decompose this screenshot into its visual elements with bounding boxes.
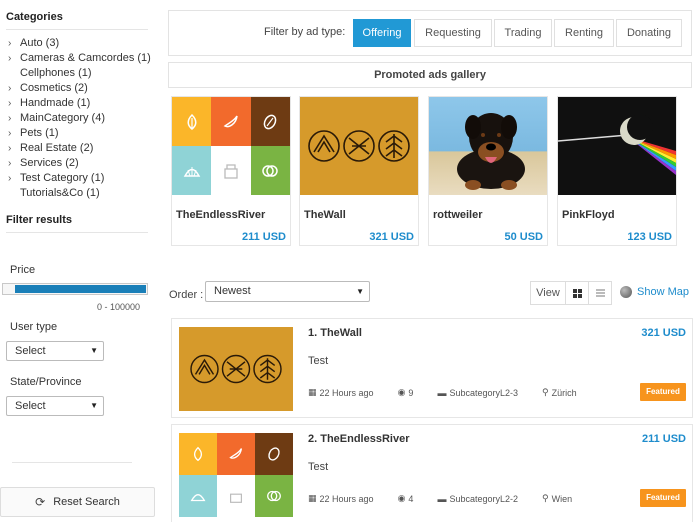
category-item[interactable]: › Real Estate (2) [8,141,158,156]
chevron-right-icon: › [8,53,12,64]
filter-offering-button[interactable]: Offering [353,19,411,47]
listing-image-endless-river[interactable] [179,433,293,517]
category-item[interactable]: › Pets (1) [8,126,158,141]
listing-image-the-wall[interactable] [179,327,293,411]
category-item[interactable]: › Handmade (1) [8,96,158,111]
category-list: › Auto (3) › Cameras & Camcordes (1) Cellp… [8,36,158,201]
listing-item[interactable]: 1. TheWall 321 USD Test ▦ 22 Hours ago ◉ 9… [171,318,693,418]
card-title[interactable]: PinkFloyd [562,209,615,221]
price-label: Price [10,264,36,276]
sidebar: Categories › Auto (3) › Cameras & Camcorde… [0,0,160,522]
ad-type-filter-bar: Filter by ad type: Offering Requesting T… [168,10,692,56]
category-item[interactable]: Tutorials&Co (1) [8,186,158,201]
refresh-icon: ⟳ [35,495,46,509]
category-item[interactable]: Cellphones (1) [8,66,158,81]
category-item[interactable]: › MainCategory (4) [8,111,158,126]
listing-meta: ▦ 22 Hours ago ◉ 9 ▬ SubcategoryL2-3 ⚲ Züric… [308,387,577,398]
card-title[interactable]: TheWall [304,209,346,221]
globe-icon [620,286,632,298]
calendar-icon: ▦ [308,387,317,397]
card-price: 211 USD [241,231,286,243]
listing-meta: ▦ 22 Hours ago ◉ 4 ▬ SubcategoryL2-2 ⚲ Wien [308,493,573,504]
listing-description: Test [308,355,329,367]
chevron-right-icon: › [8,158,12,169]
divider [6,29,148,30]
divider [12,462,132,463]
card-price: 321 USD [369,231,414,243]
filter-label: Filter by ad type: [264,26,346,38]
listing-description: Test [308,461,329,473]
caret-down-icon: ▼ [356,287,364,296]
the-wall-image[interactable] [300,97,418,195]
listing-title[interactable]: 1. TheWall [308,327,362,339]
eye-icon: ◉ [397,387,406,397]
divider [6,232,148,233]
order-select[interactable]: Newest ▼ [205,281,370,302]
state-select[interactable]: Select ▼ [6,396,104,416]
caret-down-icon: ▼ [90,401,98,410]
filter-donating-button[interactable]: Donating [616,19,682,47]
chevron-right-icon: › [8,128,12,139]
grid-icon [572,288,582,298]
gallery-card[interactable]: TheEndlessRiver 211 USD [171,96,291,246]
price-slider[interactable] [2,283,148,295]
chevron-right-icon: › [8,113,12,124]
folder-icon: ▬ [437,493,447,504]
rottweiler-image[interactable] [429,97,547,195]
categories-title: Categories [6,11,63,23]
price-range-text: 0 - 100000 [96,302,140,312]
promoted-gallery-title: Promoted ads gallery [168,62,692,88]
view-label: View [536,287,560,299]
featured-badge: Featured [640,383,686,401]
user-type-select[interactable]: Select ▼ [6,341,104,361]
filter-requesting-button[interactable]: Requesting [414,19,492,47]
card-price: 50 USD [504,231,543,243]
price-slider-fill[interactable] [15,285,146,293]
chevron-right-icon: › [8,38,12,49]
grid-view-button[interactable] [565,282,588,304]
gallery-card[interactable]: PinkFloyd 123 USD [557,96,677,246]
list-view-button[interactable] [588,282,611,304]
category-item[interactable]: › Cameras & Camcordes (1) [8,51,158,66]
list-icon [595,289,605,297]
card-title[interactable]: TheEndlessRiver [176,209,265,221]
card-title[interactable]: rottweiler [433,209,483,221]
category-item[interactable]: › Test Category (1) [8,171,158,186]
state-label: State/Province [10,376,82,388]
reset-search-button[interactable]: ⟳ Reset Search [0,487,155,517]
caret-down-icon: ▼ [90,346,98,355]
featured-badge: Featured [640,489,686,507]
map-marker-icon: ⚲ [541,493,549,503]
endless-river-image[interactable] [172,97,290,195]
map-marker-icon: ⚲ [541,387,549,397]
listing-title[interactable]: 2. TheEndlessRiver [308,433,410,445]
pink-floyd-image[interactable] [558,97,676,195]
category-item[interactable]: › Auto (3) [8,36,158,51]
order-label: Order : [169,289,204,301]
eye-icon: ◉ [397,493,406,503]
category-item[interactable]: › Services (2) [8,156,158,171]
gallery-card[interactable]: TheWall 321 USD [299,96,419,246]
filter-trading-button[interactable]: Trading [494,19,552,47]
calendar-icon: ▦ [308,493,317,503]
view-toggle: View [530,281,612,305]
category-item[interactable]: › Cosmetics (2) [8,81,158,96]
show-map-link[interactable]: Show Map [620,286,689,298]
gallery-card[interactable]: rottweiler 50 USD [428,96,548,246]
listing-item[interactable]: 2. TheEndlessRiver 211 USD Test ▦ 22 Hour… [171,424,693,522]
card-price: 123 USD [627,231,672,243]
chevron-right-icon: › [8,173,12,184]
chevron-right-icon: › [8,98,12,109]
folder-icon: ▬ [437,387,447,398]
filter-results-title: Filter results [6,214,73,226]
listing-price: 211 USD [641,433,686,445]
chevron-right-icon: › [8,83,12,94]
filter-renting-button[interactable]: Renting [554,19,614,47]
chevron-right-icon: › [8,143,12,154]
listing-price: 321 USD [641,327,686,339]
user-type-label: User type [10,321,58,333]
